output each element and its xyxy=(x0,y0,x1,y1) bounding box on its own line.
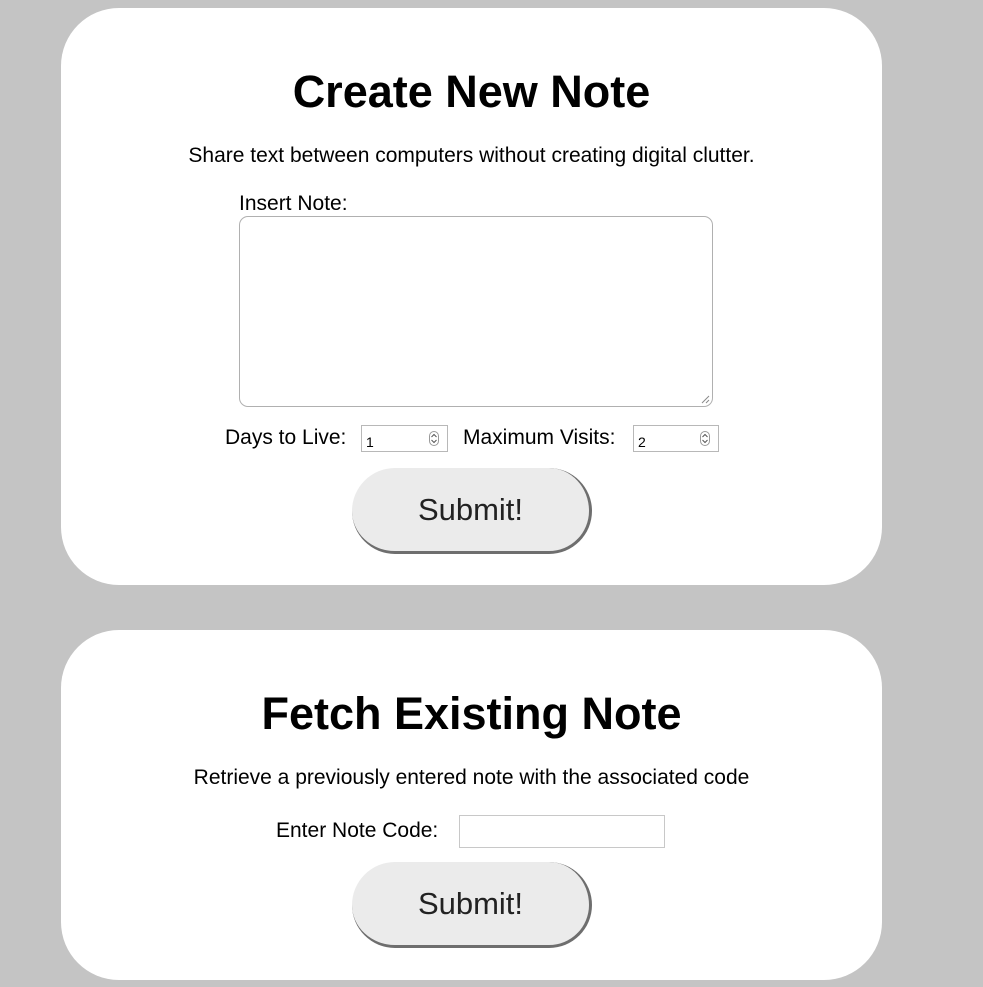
resize-grip-icon[interactable] xyxy=(701,395,710,404)
visits-spinner-icon[interactable] xyxy=(700,431,710,446)
days-to-live-field xyxy=(361,425,448,452)
insert-note-label: Insert Note: xyxy=(239,192,348,215)
create-note-title: Create New Note xyxy=(292,66,651,117)
days-to-live-label: Days to Live: xyxy=(225,426,347,449)
create-submit-button[interactable]: Submit! xyxy=(352,468,592,554)
fetch-note-title: Fetch Existing Note xyxy=(261,688,682,739)
note-textarea[interactable] xyxy=(239,216,713,407)
maximum-visits-field xyxy=(633,425,719,452)
fetch-submit-button[interactable]: Submit! xyxy=(352,862,592,948)
days-spinner-icon[interactable] xyxy=(429,431,439,446)
note-code-input[interactable] xyxy=(459,815,665,848)
fetch-note-subtitle: Retrieve a previously entered note with … xyxy=(193,766,750,789)
create-note-subtitle: Share text between computers without cre… xyxy=(188,144,755,167)
note-code-label: Enter Note Code: xyxy=(276,819,439,842)
fetch-note-card: Fetch Existing Note Retrieve a previousl… xyxy=(61,630,882,980)
maximum-visits-label: Maximum Visits: xyxy=(463,426,616,449)
create-note-card: Create New Note Share text between compu… xyxy=(61,8,882,585)
note-textarea-wrapper xyxy=(239,216,713,407)
